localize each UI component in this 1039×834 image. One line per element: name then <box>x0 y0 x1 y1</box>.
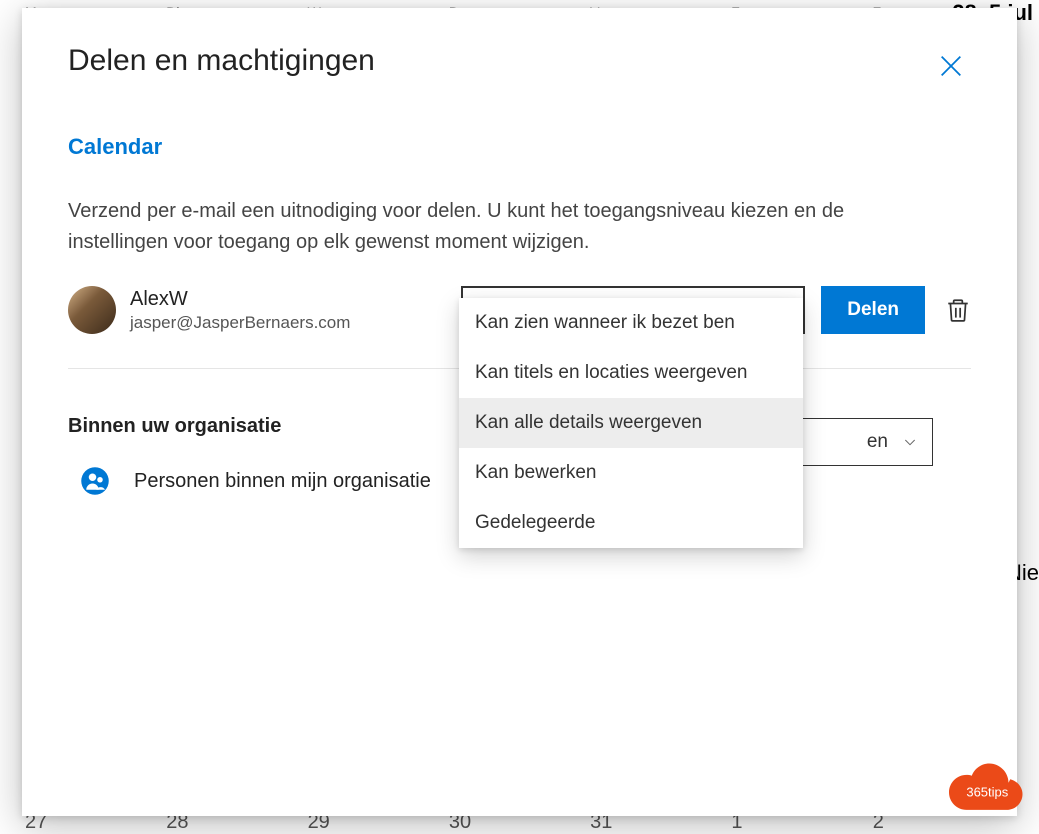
people-icon <box>80 466 110 496</box>
modal-title: Delen en machtigingen <box>68 44 971 78</box>
permission-option[interactable]: Kan bewerken <box>459 448 803 498</box>
share-button[interactable]: Delen <box>821 286 925 334</box>
delete-icon[interactable] <box>945 296 971 324</box>
tips-badge[interactable]: 365tips <box>939 760 1029 816</box>
permission-option[interactable]: Gedelegeerde <box>459 498 803 548</box>
sharing-description: Verzend per e-mail een uitnodiging voor … <box>68 196 888 258</box>
permission-option-selected[interactable]: Kan alle details weergeven <box>459 398 803 448</box>
sharing-permissions-modal: Delen en machtigingen Calendar Verzend p… <box>22 8 1017 816</box>
person-email: jasper@JasperBernaers.com <box>130 313 370 333</box>
calendar-section-title: Calendar <box>68 134 971 160</box>
person-info: AlexW jasper@JasperBernaers.com <box>130 288 370 333</box>
close-icon[interactable] <box>937 52 965 80</box>
permission-option[interactable]: Kan titels en locaties weergeven <box>459 348 803 398</box>
permission-dropdown: Kan zien wanneer ik bezet ben Kan titels… <box>459 298 803 548</box>
permission-option[interactable]: Kan zien wanneer ik bezet ben <box>459 298 803 348</box>
avatar <box>68 286 116 334</box>
tips-badge-text: 365tips <box>963 785 1008 800</box>
chevron-down-icon <box>902 434 918 450</box>
person-name: AlexW <box>130 288 370 311</box>
org-people-label: Personen binnen mijn organisatie <box>134 470 431 493</box>
org-permission-value-fragment: en <box>867 431 888 453</box>
